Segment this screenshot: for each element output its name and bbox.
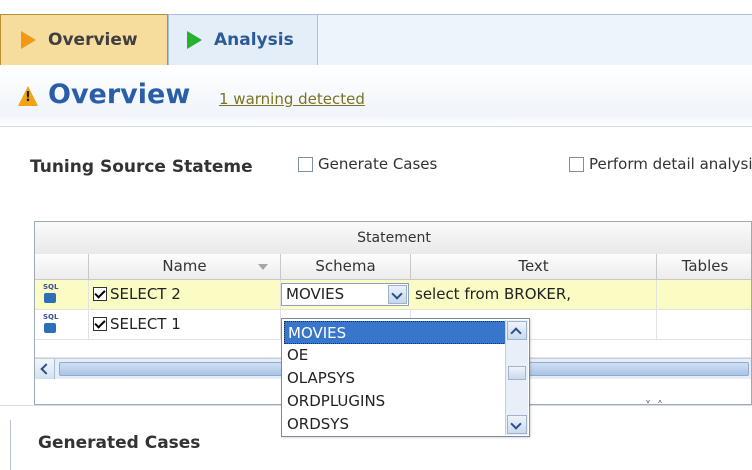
tab-analysis[interactable]: Analysis [168, 14, 318, 65]
tab-overview[interactable]: Overview [0, 14, 168, 65]
tab-analysis-label: Analysis [214, 30, 294, 50]
dropdown-vertical-scrollbar[interactable] [505, 320, 528, 435]
generated-cases-title: Generated Cases [38, 433, 201, 453]
collapse-expand-icon[interactable]: ˅˄ [645, 399, 669, 413]
row-checkbox[interactable] [93, 287, 107, 301]
warning-icon [18, 86, 38, 106]
schema-combobox-value: MOVIES [286, 285, 345, 303]
schema-dropdown-list[interactable]: MOVIES OE OLAPSYS ORDPLUGINS ORDSYS [281, 318, 530, 437]
sort-caret-icon [258, 264, 268, 270]
sql-icon-text: SQL [43, 283, 59, 291]
schema-option[interactable]: MOVIES [284, 321, 506, 344]
sql-icon-text: SQL [43, 313, 59, 321]
column-header-icon[interactable] [35, 254, 89, 280]
row-checkbox[interactable] [93, 317, 107, 331]
schema-combobox[interactable]: MOVIES [281, 283, 409, 306]
row-text-cell: select from BROKER, [411, 280, 657, 309]
warning-link[interactable]: 1 warning detected [219, 90, 365, 108]
dropdown-scroll-thumb[interactable] [508, 366, 526, 380]
schema-option[interactable]: OE [284, 344, 506, 367]
scroll-left-icon[interactable] [35, 359, 55, 379]
chevron-up-icon[interactable] [507, 321, 527, 340]
column-header-name[interactable]: Name [89, 254, 281, 280]
tab-strip: Overview Analysis [0, 0, 752, 67]
schema-option[interactable]: OLAPSYS [284, 367, 506, 390]
generate-cases-checkbox[interactable] [298, 157, 313, 172]
orange-play-icon [21, 31, 36, 49]
row-name-cell: SELECT 2 [89, 280, 281, 309]
row-name-cell: SELECT 1 [89, 310, 281, 339]
table-row[interactable]: SQL SELECT 2 MOVIES select from BROKER, [35, 280, 751, 310]
grid-group-header: Statement [35, 222, 751, 255]
page-title: Overview [48, 79, 191, 110]
sql-icon-db [44, 323, 56, 333]
detail-analysis-label: Perform detail analysis [589, 155, 752, 173]
column-header-schema[interactable]: Schema [281, 254, 411, 280]
sql-statement-icon: SQL [43, 283, 61, 305]
chevron-down-icon[interactable] [507, 415, 527, 434]
tab-strip-fill [318, 14, 752, 65]
column-header-tables[interactable]: Tables [657, 254, 751, 280]
chevron-down-icon[interactable] [388, 285, 407, 304]
row-name: SELECT 2 [110, 285, 181, 303]
panel-left-border [10, 420, 11, 470]
row-tables-cell [657, 310, 751, 339]
column-header-text[interactable]: Text [411, 254, 657, 280]
row-tables-cell [657, 280, 751, 309]
detail-analysis-checkbox[interactable] [569, 157, 584, 172]
section-title: Tuning Source Statements [30, 157, 254, 177]
sql-icon-db [44, 293, 56, 303]
sql-statement-icon: SQL [43, 313, 61, 335]
schema-option[interactable]: ORDSYS [284, 413, 506, 436]
schema-option[interactable]: ORDPLUGINS [284, 390, 506, 413]
generate-cases-label: Generate Cases [318, 155, 438, 173]
row-icon-cell: SQL [35, 280, 89, 309]
tab-overview-label: Overview [48, 30, 138, 50]
green-play-icon [187, 31, 202, 49]
row-name: SELECT 1 [110, 315, 181, 333]
column-header-name-label: Name [162, 257, 207, 275]
editor-frame: Overview Analysis Overview 1 warning det… [0, 0, 752, 470]
row-icon-cell: SQL [35, 310, 89, 339]
